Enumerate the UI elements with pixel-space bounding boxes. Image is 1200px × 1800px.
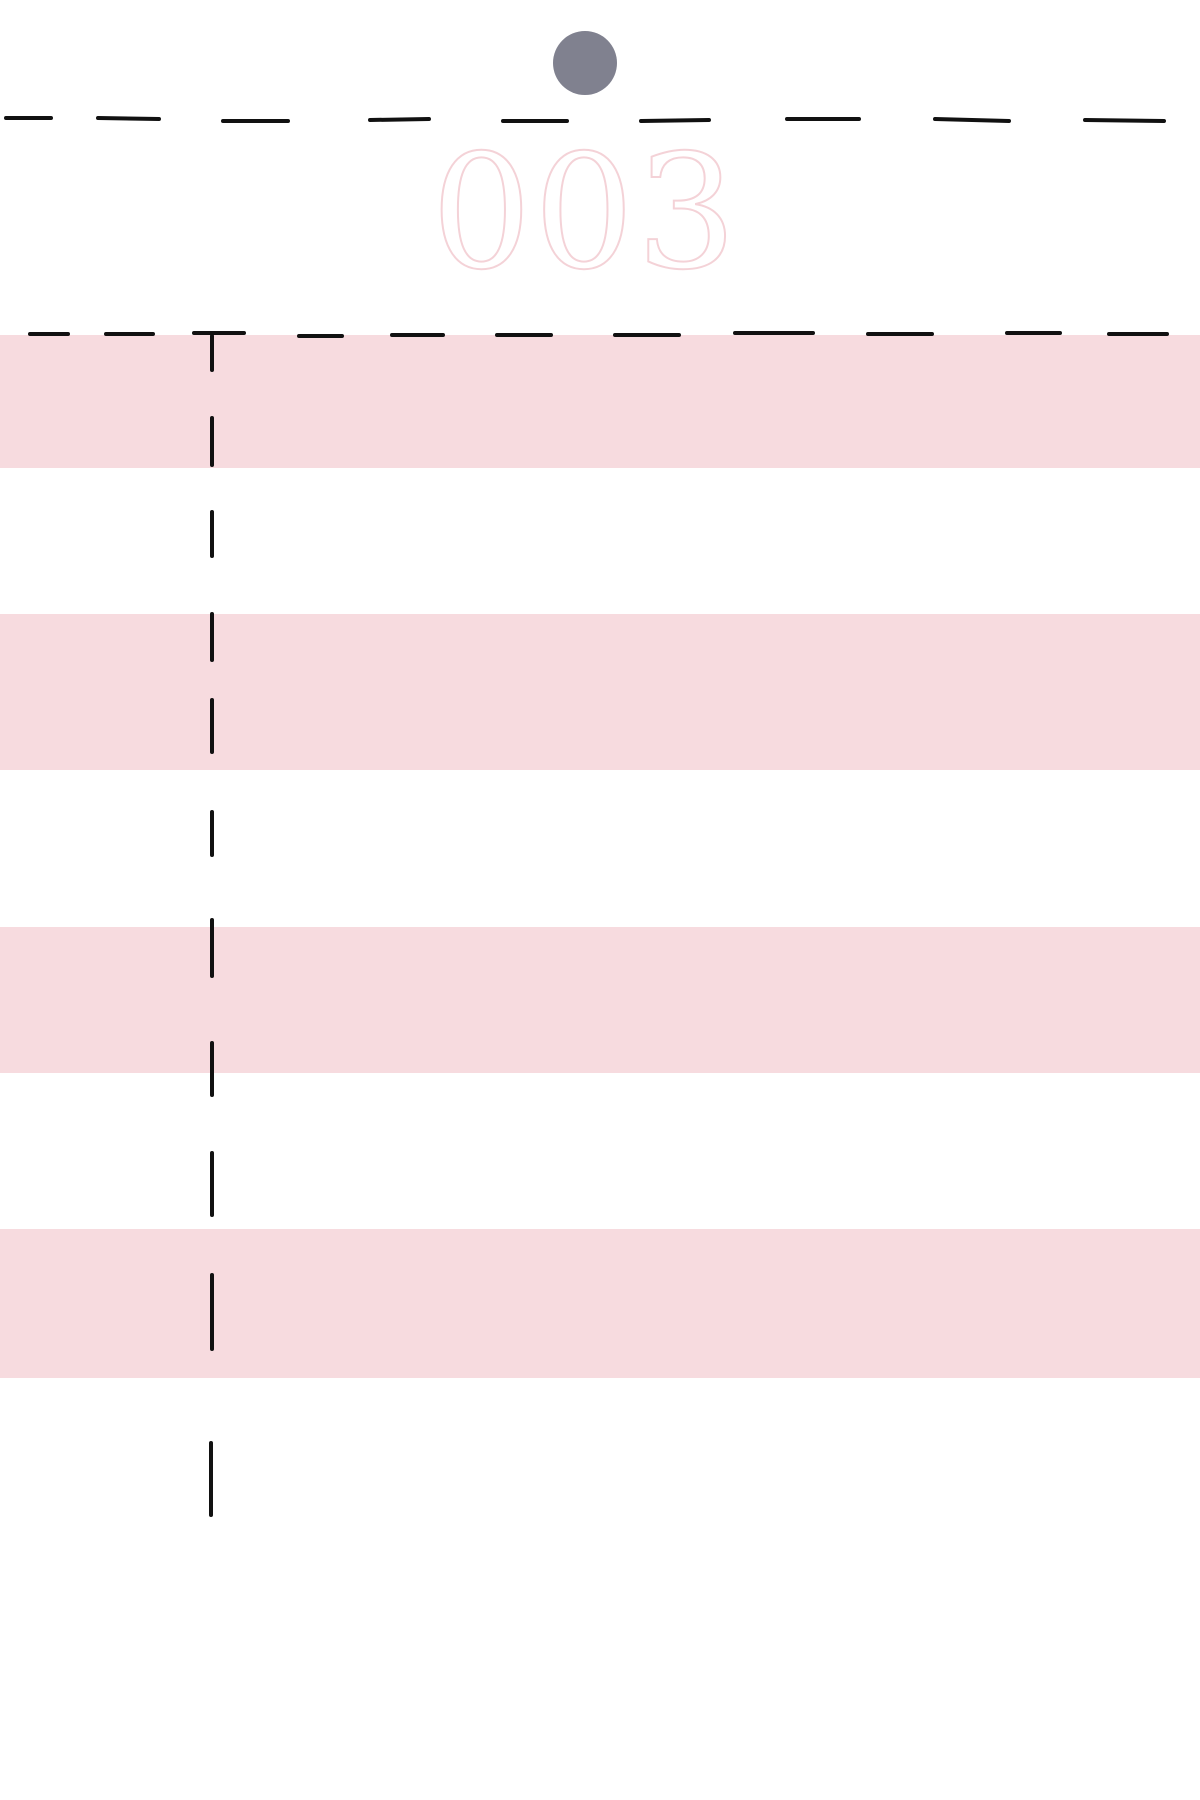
margin-dashed-line bbox=[209, 334, 214, 1517]
dashed-rules bbox=[4, 116, 1169, 1517]
header-dashed-line bbox=[28, 331, 1169, 338]
notebook-page: 003 bbox=[0, 0, 1200, 1800]
top-dashed-line bbox=[4, 116, 1166, 123]
